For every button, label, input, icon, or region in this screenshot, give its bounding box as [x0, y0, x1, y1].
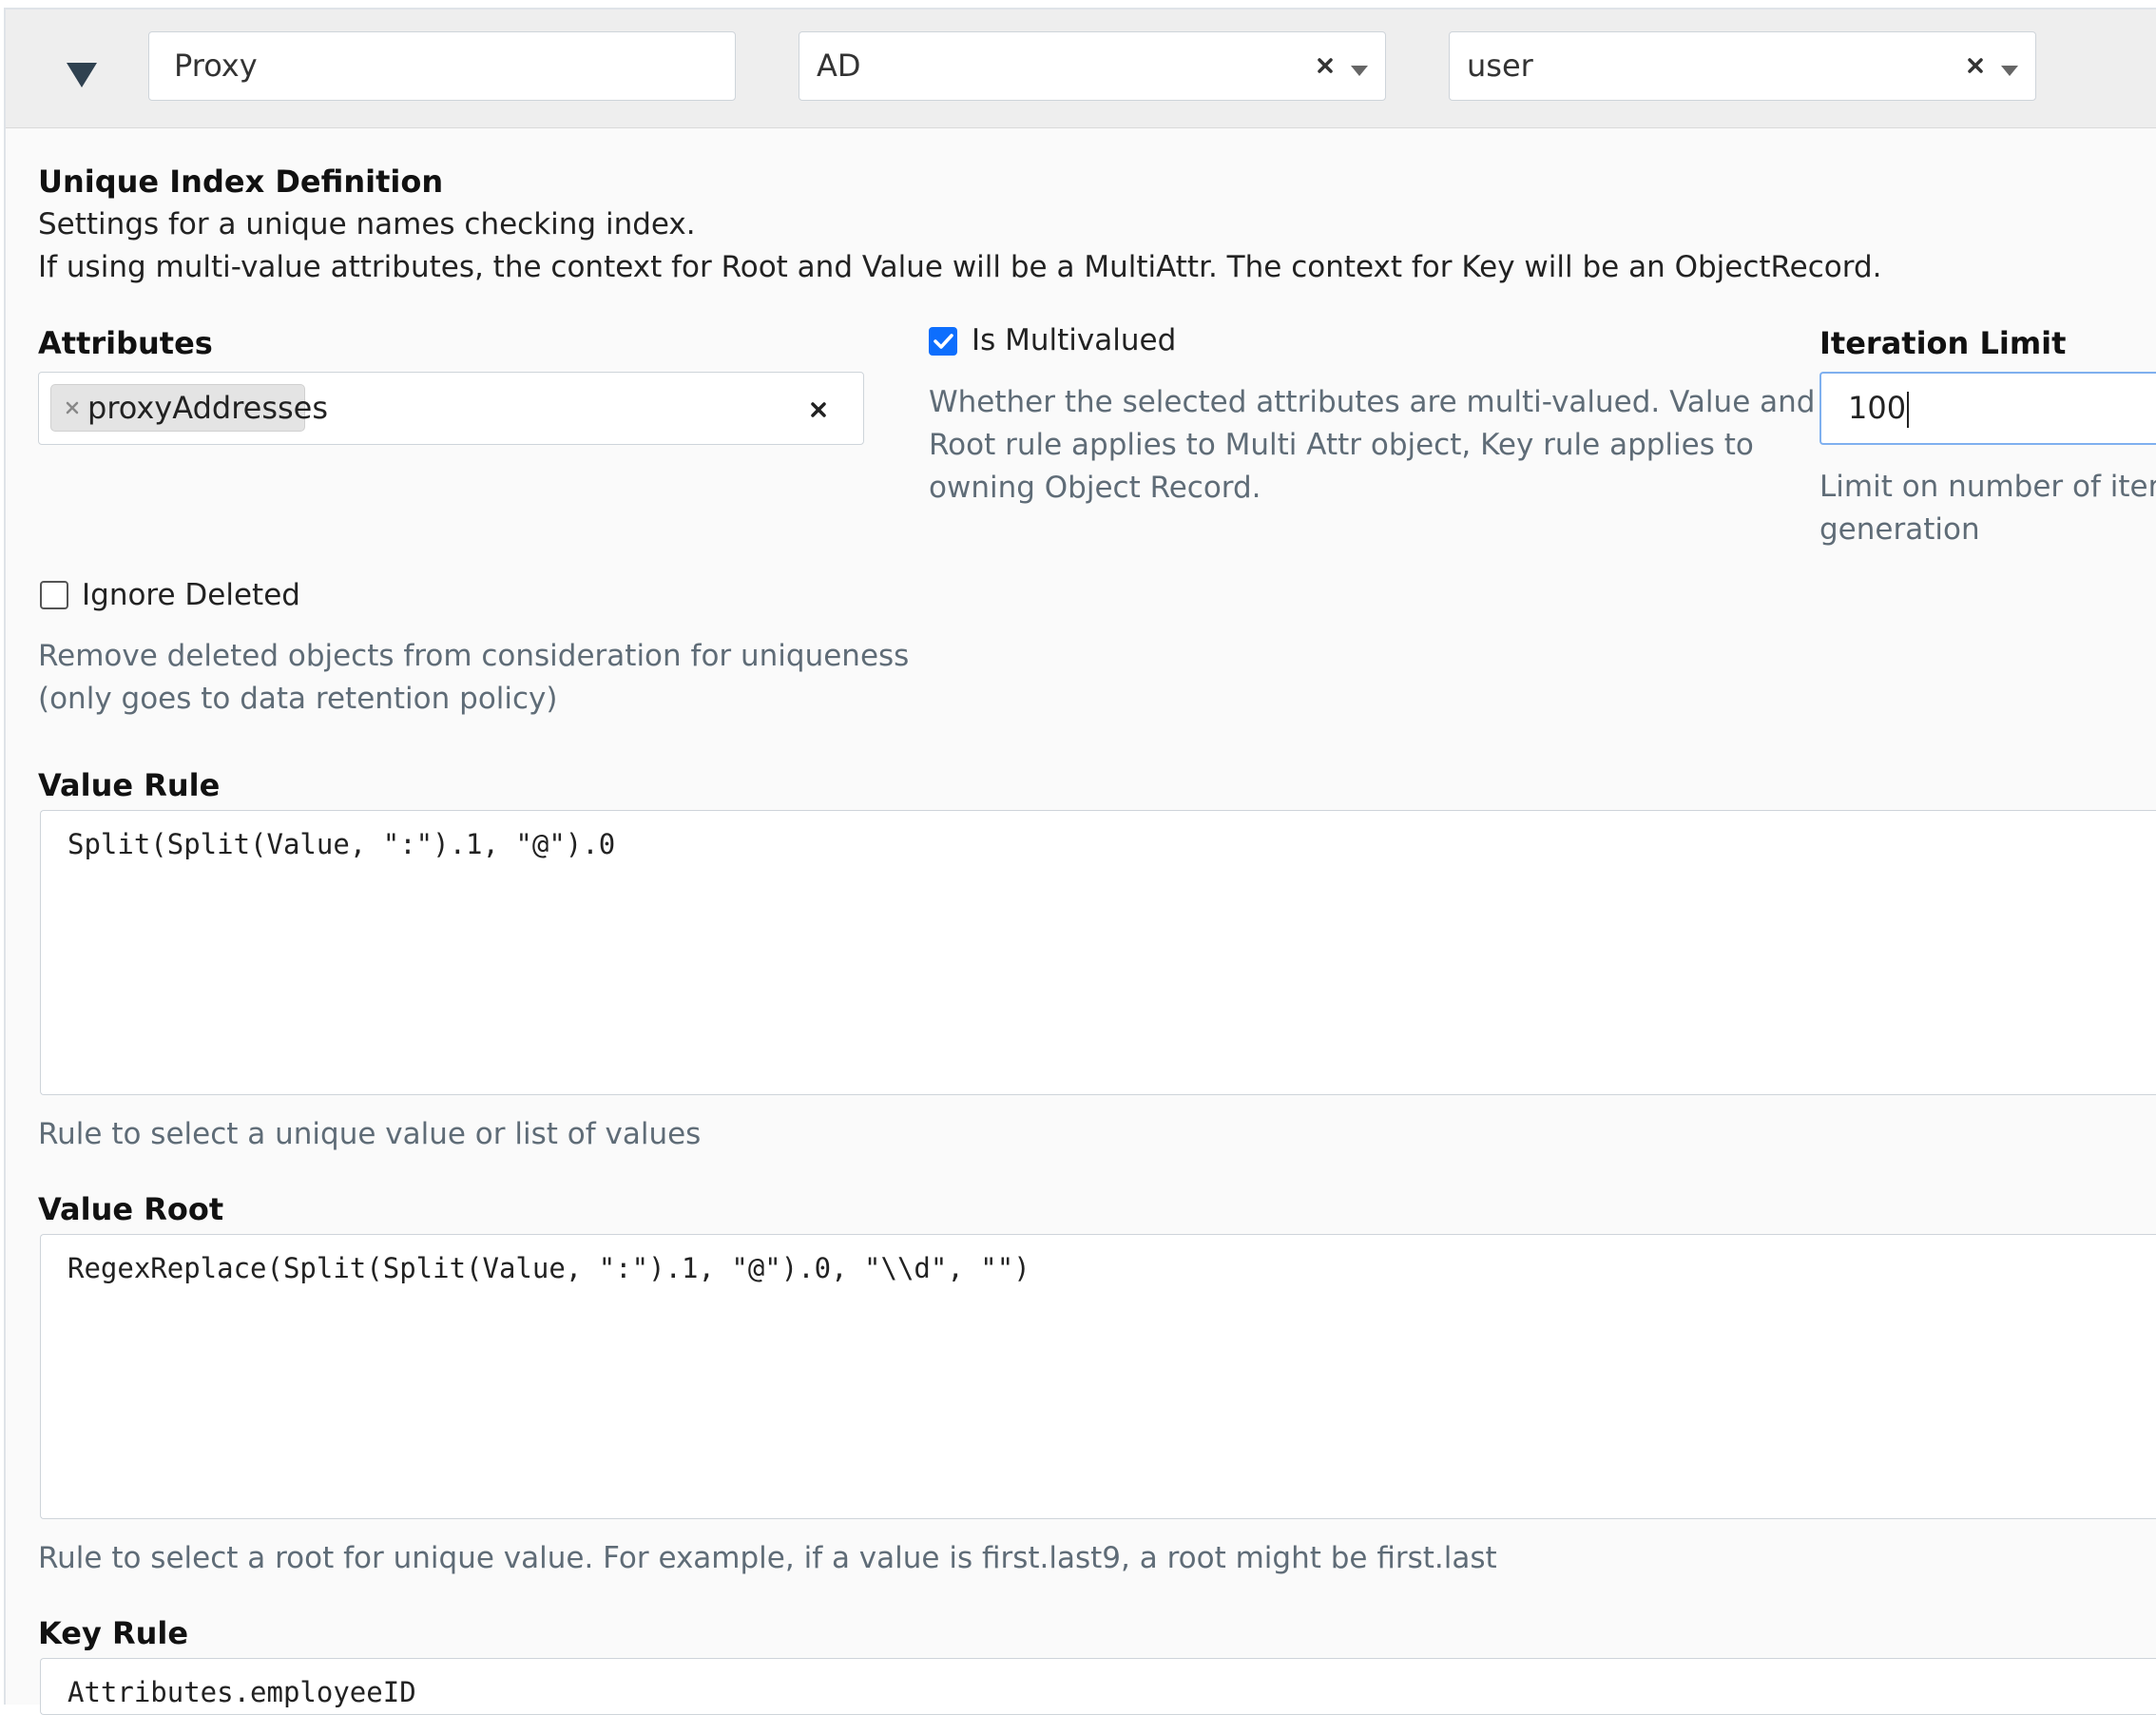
is-multivalued-label: Is Multivalued [972, 323, 1177, 357]
key-rule-label: Key Rule [38, 1615, 189, 1651]
ignore-deleted-help-1: Remove deleted objects from consideratio… [38, 639, 910, 673]
is-multivalued-checkbox[interactable] [929, 327, 957, 356]
source-select-value: AD [817, 48, 861, 84]
value-rule-editor[interactable]: Split(Split(Value, ":").1, "@").0 [40, 810, 2156, 1095]
iteration-help-2: generation [1819, 512, 1980, 547]
value-rule-help: Rule to select a unique value or list of… [38, 1117, 702, 1151]
ignore-deleted-help-2: (only goes to data retention policy) [38, 682, 558, 716]
section-title: Unique Index Definition [38, 164, 444, 200]
value-root-help: Rule to select a root for unique value. … [38, 1541, 1497, 1575]
multivalued-help-3: owning Object Record. [929, 471, 1261, 505]
multivalued-help-2: Root rule applies to Multi Attr object, … [929, 428, 1754, 462]
text-caret [1907, 392, 1910, 428]
iteration-help-1: Limit on number of iterati [1819, 470, 2156, 504]
clear-attributes-icon[interactable] [808, 399, 829, 420]
caret-down-icon[interactable] [1351, 63, 1368, 76]
attributes-label: Attributes [38, 325, 213, 361]
key-rule-editor[interactable]: Attributes.employeeID [40, 1658, 2156, 1715]
panel-header: Proxy AD user [6, 10, 2156, 128]
triangle-down-icon[interactable] [63, 57, 101, 95]
attribute-tag-label: proxyAddresses [87, 390, 329, 426]
object-type-select-value: user [1467, 48, 1533, 84]
x-icon[interactable] [1963, 53, 1988, 78]
value-root-editor[interactable]: RegexReplace(Split(Split(Value, ":").1, … [40, 1234, 2156, 1519]
x-icon[interactable] [1313, 53, 1338, 78]
iteration-limit-value: 100 [1848, 390, 1907, 426]
index-panel: Proxy AD user Unique Index Definition Se… [4, 8, 2156, 1715]
caret-down-icon[interactable] [2001, 63, 2018, 76]
attribute-tag: proxyAddresses [50, 384, 328, 432]
iteration-limit-label: Iteration Limit [1819, 325, 2067, 361]
index-name-input[interactable]: Proxy [148, 31, 736, 101]
attributes-select[interactable]: proxyAddresses [38, 372, 864, 445]
section-description-2: If using multi-value attributes, the con… [38, 250, 1882, 284]
value-rule-label: Value Rule [38, 767, 221, 803]
checkmark-icon [934, 334, 953, 349]
ignore-deleted-checkbox[interactable] [40, 581, 68, 609]
iteration-limit-input[interactable]: 100 [1819, 372, 2156, 445]
source-select[interactable]: AD [799, 31, 1386, 101]
value-root-label: Value Root [38, 1191, 224, 1227]
multivalued-help-1: Whether the selected attributes are mult… [929, 385, 1816, 419]
object-type-select[interactable]: user [1449, 31, 2036, 101]
remove-tag-icon[interactable] [65, 400, 80, 415]
section-description-1: Settings for a unique names checking ind… [38, 207, 696, 241]
ignore-deleted-label: Ignore Deleted [82, 578, 300, 612]
